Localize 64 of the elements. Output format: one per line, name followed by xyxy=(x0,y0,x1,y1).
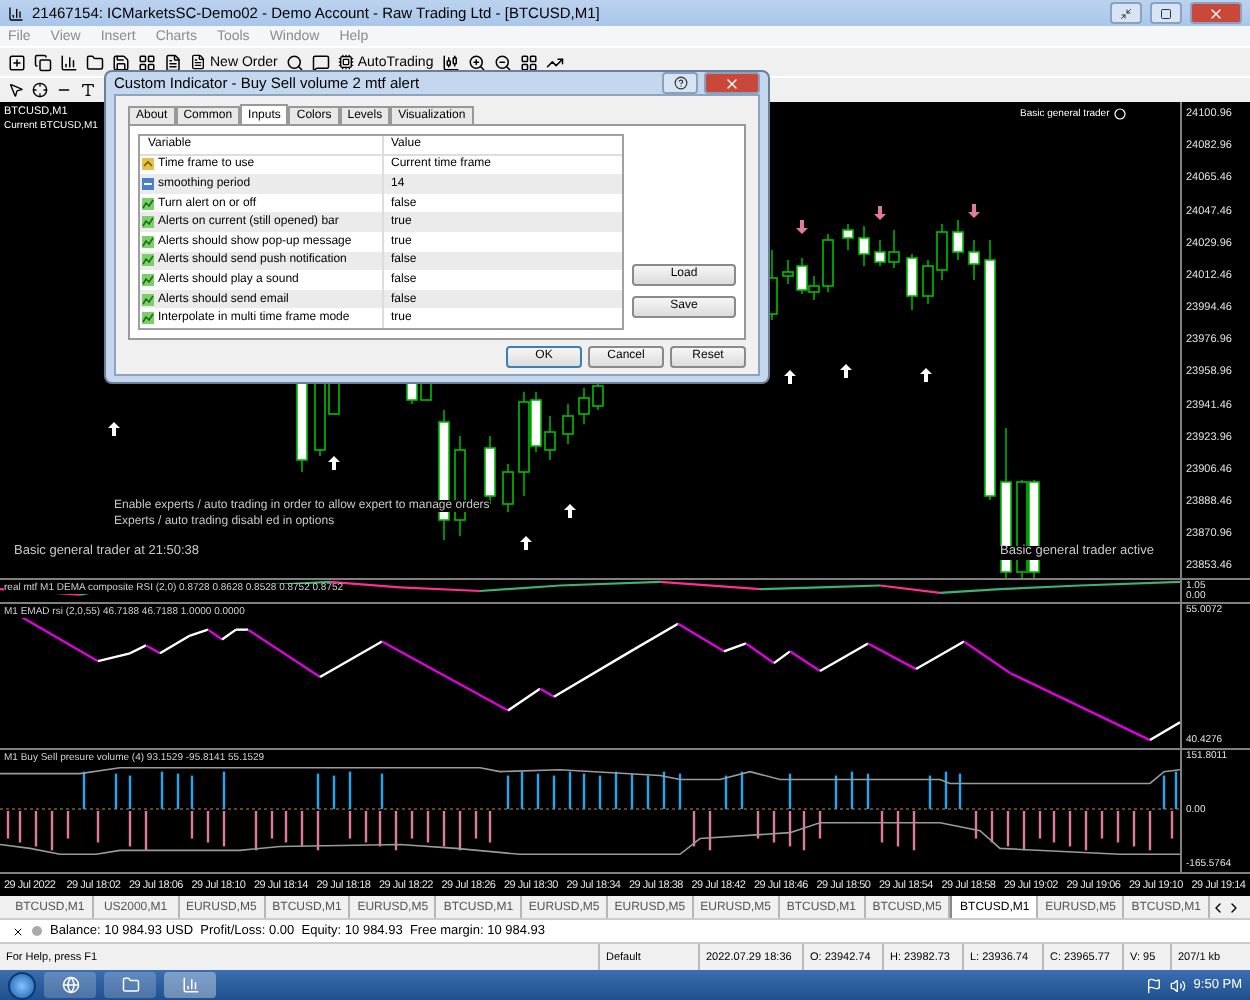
start-button[interactable] xyxy=(8,971,36,999)
flag-icon[interactable] xyxy=(1145,977,1162,993)
zoom-out-icon[interactable] xyxy=(493,53,512,71)
up-arrow-icon xyxy=(840,364,852,378)
candlestick xyxy=(502,463,514,513)
bar-chart-icon xyxy=(181,976,199,994)
candlestick xyxy=(968,239,980,281)
indicator-icon[interactable] xyxy=(545,53,564,71)
up-arrow-icon xyxy=(920,368,932,382)
enum-icon xyxy=(142,158,154,171)
app-icon xyxy=(8,5,24,21)
line-chart-icon xyxy=(142,293,154,306)
up-arrow-icon xyxy=(108,422,120,436)
line-chart-icon xyxy=(142,216,154,229)
new-chart-icon[interactable] xyxy=(8,53,26,71)
candlestick xyxy=(842,223,854,251)
maximize-button[interactable] xyxy=(1150,2,1182,24)
down-arrow-icon xyxy=(874,206,886,220)
line-chart-icon xyxy=(142,254,154,267)
status-dot-icon xyxy=(32,926,42,936)
line-chart-icon xyxy=(142,197,154,210)
folder-taskbar-button[interactable] xyxy=(104,972,156,998)
up-arrow-icon xyxy=(520,536,532,550)
up-arrow-icon xyxy=(328,456,340,470)
profiles-icon[interactable] xyxy=(34,53,52,71)
help-icon xyxy=(673,76,687,90)
close-icon xyxy=(724,75,740,91)
candlestick xyxy=(858,225,870,267)
zoom-in-icon[interactable] xyxy=(467,53,486,71)
crosshair-icon[interactable] xyxy=(32,82,48,98)
maximize-icon xyxy=(1160,7,1172,19)
cursor-icon[interactable] xyxy=(8,82,24,98)
message-icon[interactable] xyxy=(311,53,330,71)
candlestick-icon[interactable] xyxy=(441,53,460,71)
candlestick xyxy=(562,403,574,445)
folder-icon[interactable] xyxy=(86,53,104,71)
line-chart-icon xyxy=(142,235,154,248)
tile-icon[interactable] xyxy=(519,53,538,71)
document-icon xyxy=(190,54,206,70)
browser-taskbar-button[interactable] xyxy=(44,972,96,998)
close-icon[interactable] xyxy=(12,925,24,937)
chip-icon xyxy=(337,54,354,70)
document-icon[interactable] xyxy=(164,53,182,71)
line-chart-icon xyxy=(142,273,154,286)
down-arrow-icon xyxy=(796,220,808,234)
folder-icon xyxy=(121,976,139,994)
candlestick xyxy=(906,253,918,311)
terminal-taskbar-button[interactable] xyxy=(164,972,216,998)
help-button[interactable] xyxy=(662,72,698,94)
up-arrow-icon xyxy=(784,370,796,384)
bar-chart-icon[interactable] xyxy=(60,53,78,71)
volume-icon[interactable] xyxy=(1169,977,1186,993)
globe-icon xyxy=(61,976,79,994)
grid-icon[interactable] xyxy=(138,53,156,71)
minimize-icon xyxy=(1120,7,1132,19)
candlestick xyxy=(952,219,964,261)
text-icon[interactable] xyxy=(80,82,96,98)
number-icon xyxy=(142,177,154,190)
line-chart-icon xyxy=(142,312,154,325)
search-icon[interactable] xyxy=(285,53,304,71)
down-arrow-icon xyxy=(968,204,980,218)
save-icon[interactable] xyxy=(112,53,130,71)
close-icon xyxy=(1208,5,1224,21)
up-arrow-icon xyxy=(564,504,576,518)
